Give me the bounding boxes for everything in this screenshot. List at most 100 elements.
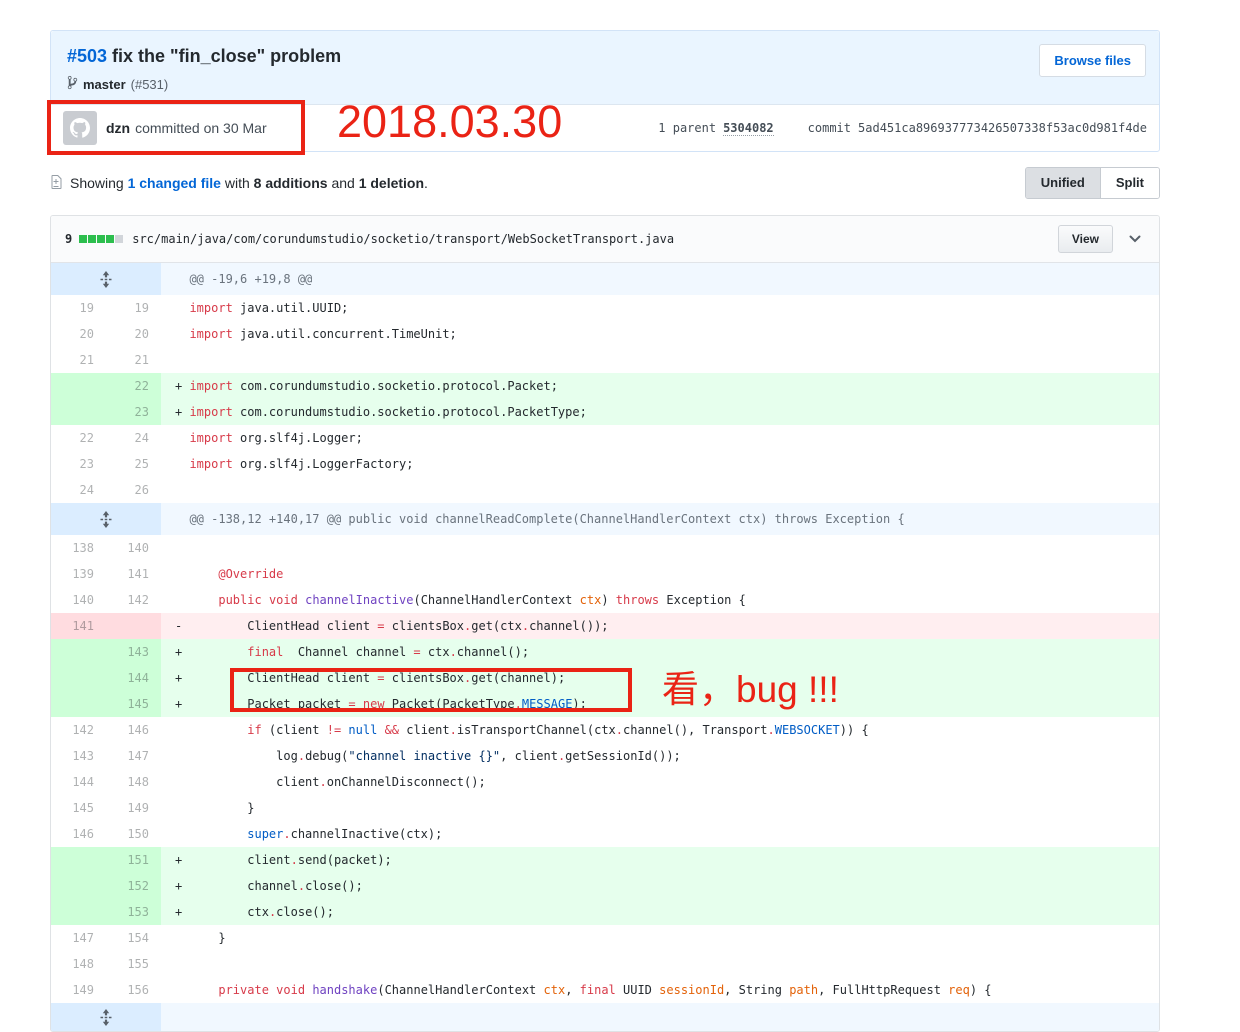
addition-marker: + [175, 905, 190, 919]
code-line: log.debug("channel inactive {}", client.… [161, 743, 1159, 769]
context-marker [175, 541, 189, 555]
new-line-number[interactable]: 24 [106, 425, 161, 451]
old-line-number[interactable] [51, 665, 106, 691]
addition-marker: + [175, 645, 190, 659]
diff-expand-row [51, 1003, 1159, 1031]
code-line: import org.slf4j.Logger; [161, 425, 1159, 451]
old-line-number[interactable]: 140 [51, 587, 106, 613]
expand-diff-button[interactable] [51, 263, 161, 295]
new-line-number[interactable]: 25 [106, 451, 161, 477]
old-line-number[interactable] [51, 847, 106, 873]
diff-line-23: 23 + import com.corundumstudio.socketio.p… [51, 399, 1159, 425]
new-line-number[interactable]: 152 [106, 873, 161, 899]
new-line-number[interactable]: 142 [106, 587, 161, 613]
old-line-number[interactable]: 22 [51, 425, 106, 451]
old-line-number[interactable] [51, 639, 106, 665]
changed-files-link[interactable]: 1 changed file [128, 175, 221, 191]
diff-line-145: 145 + Packet packet = new Packet(PacketTy… [51, 691, 1159, 717]
old-line-number[interactable]: 139 [51, 561, 106, 587]
summary-period: . [424, 175, 428, 191]
new-line-number[interactable]: 141 [106, 561, 161, 587]
old-line-number[interactable]: 24 [51, 477, 106, 503]
diff-line-150: 146 150 super.channelInactive(ctx); [51, 821, 1159, 847]
diff-line-148: 144 148 client.onChannelDisconnect(); [51, 769, 1159, 795]
new-line-number[interactable]: 148 [106, 769, 161, 795]
diff-line-144: 144 + ClientHead client = clientsBox.get(… [51, 665, 1159, 691]
new-line-number[interactable]: 153 [106, 899, 161, 925]
diff-line-143: 143 + final Channel channel = ctx.channel… [51, 639, 1159, 665]
new-line-number[interactable]: 155 [106, 951, 161, 977]
commit-head: #503 fix the "fin_close" problem Browse … [51, 31, 1159, 104]
new-line-number[interactable]: 150 [106, 821, 161, 847]
new-line-number[interactable]: 26 [106, 477, 161, 503]
parent-sha-link[interactable]: 5304082 [723, 121, 774, 136]
old-line-number[interactable] [51, 399, 106, 425]
old-line-number[interactable]: 148 [51, 951, 106, 977]
expand-diff-button[interactable] [51, 503, 161, 535]
addition-marker: + [175, 671, 190, 685]
new-line-number[interactable]: 143 [106, 639, 161, 665]
new-line-number[interactable]: 23 [106, 399, 161, 425]
old-line-number[interactable] [51, 873, 106, 899]
split-toggle-button[interactable]: Split [1100, 168, 1159, 198]
diff-line-142: 140 142 public void channelInactive(Chann… [51, 587, 1159, 613]
old-line-number[interactable] [51, 899, 106, 925]
addition-marker: + [175, 879, 190, 893]
new-line-number[interactable]: 145 [106, 691, 161, 717]
new-line-number[interactable]: 20 [106, 321, 161, 347]
code-line: import org.slf4j.LoggerFactory; [161, 451, 1159, 477]
diff-line-156: 149 156 private void handshake(ChannelHan… [51, 977, 1159, 1003]
new-line-number[interactable]: 144 [106, 665, 161, 691]
old-line-number[interactable] [51, 373, 106, 399]
new-line-number[interactable]: 147 [106, 743, 161, 769]
old-line-number[interactable] [51, 691, 106, 717]
diff-line-151: 151 + client.send(packet); [51, 847, 1159, 873]
old-line-number[interactable]: 142 [51, 717, 106, 743]
file-changes-count: 9 [65, 232, 73, 246]
chevron-down-icon[interactable] [1129, 235, 1141, 243]
new-line-number[interactable]: 154 [106, 925, 161, 951]
pr-number-link[interactable]: #503 [67, 46, 107, 66]
old-line-number[interactable]: 141 [51, 613, 106, 639]
commit-author[interactable]: dzn [106, 120, 130, 136]
avatar[interactable] [63, 111, 97, 145]
old-line-number[interactable]: 20 [51, 321, 106, 347]
code-line: client.onChannelDisconnect(); [161, 769, 1159, 795]
parent-label: 1 parent [658, 121, 717, 135]
old-line-number[interactable]: 144 [51, 769, 106, 795]
diff-line-153: 153 + ctx.close(); [51, 899, 1159, 925]
old-line-number[interactable]: 147 [51, 925, 106, 951]
code-line [161, 951, 1159, 977]
code-line: @Override [161, 561, 1159, 587]
new-line-number[interactable]: 22 [106, 373, 161, 399]
context-marker [175, 723, 189, 737]
branch-name[interactable]: master [83, 77, 126, 92]
diff-line-22: 22 + import com.corundumstudio.socketio.p… [51, 373, 1159, 399]
code-line: + Packet packet = new Packet(PacketType.… [161, 691, 1159, 717]
new-line-number[interactable]: 146 [106, 717, 161, 743]
new-line-number[interactable]: 140 [106, 535, 161, 561]
old-line-number[interactable]: 19 [51, 295, 106, 321]
new-line-number[interactable]: 149 [106, 795, 161, 821]
old-line-number[interactable]: 143 [51, 743, 106, 769]
diff-line-26: 24 26 [51, 477, 1159, 503]
file-header: 9 src/main/java/com/corundumstudio/socke… [51, 216, 1159, 263]
old-line-number[interactable]: 149 [51, 977, 106, 1003]
old-line-number[interactable]: 23 [51, 451, 106, 477]
browse-files-button[interactable]: Browse files [1039, 44, 1146, 77]
view-file-button[interactable]: View [1057, 225, 1113, 253]
new-line-number[interactable]: 151 [106, 847, 161, 873]
old-line-number[interactable]: 145 [51, 795, 106, 821]
new-line-number[interactable] [106, 613, 161, 639]
expand-diff-button[interactable] [51, 1003, 161, 1031]
unified-toggle-button[interactable]: Unified [1025, 168, 1101, 198]
old-line-number[interactable]: 138 [51, 535, 106, 561]
new-line-number[interactable]: 19 [106, 295, 161, 321]
new-line-number[interactable]: 21 [106, 347, 161, 373]
new-line-number[interactable]: 156 [106, 977, 161, 1003]
file-path[interactable]: src/main/java/com/corundumstudio/socketi… [132, 232, 674, 246]
old-line-number[interactable]: 21 [51, 347, 106, 373]
old-line-number[interactable]: 146 [51, 821, 106, 847]
commit-page: { "commit": { "title_number": "#503", "t… [0, 0, 1240, 1032]
code-line [161, 477, 1159, 503]
